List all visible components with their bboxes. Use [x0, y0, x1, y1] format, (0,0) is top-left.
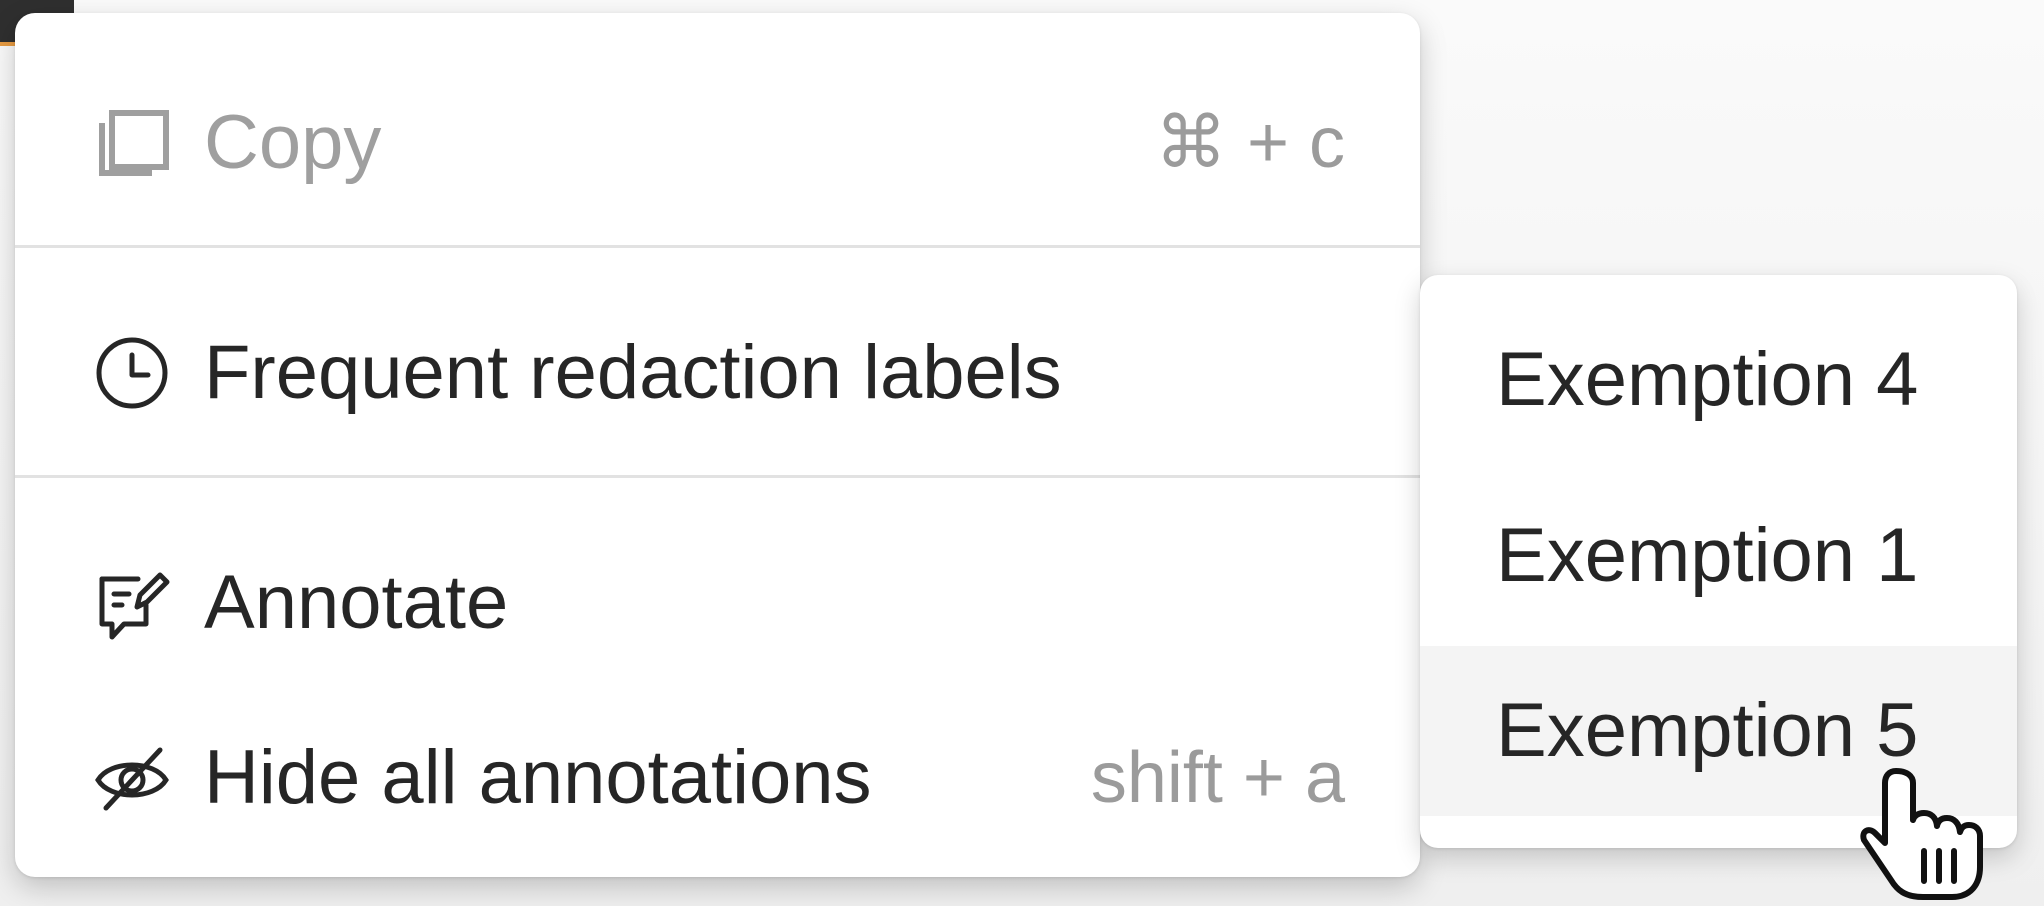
menu-divider: [15, 475, 1420, 478]
menu-item-label: Hide all annotations: [204, 735, 872, 820]
screen: Copy ⌘ + c Frequent redaction labels Ann…: [0, 0, 2044, 906]
hand-cursor-icon: [1860, 765, 2000, 905]
menu-item-label: Copy: [204, 100, 382, 185]
shortcut-hint: shift + a: [1090, 738, 1345, 818]
menu-item-copy[interactable]: Copy ⌘ + c: [15, 53, 1420, 233]
menu-divider: [15, 245, 1420, 248]
context-menu: Copy ⌘ + c Frequent redaction labels Ann…: [15, 13, 1420, 877]
menu-item-label: Frequent redaction labels: [204, 330, 1062, 415]
copy-icon: [90, 101, 174, 185]
clock-icon: [90, 331, 174, 415]
menu-item-annotate[interactable]: Annotate: [15, 513, 1420, 693]
redaction-labels-submenu: Exemption 4 Exemption 1 Exemption 5: [1420, 275, 2017, 848]
submenu-item-exemption-1[interactable]: Exemption 1: [1420, 471, 2017, 641]
annotate-icon: [90, 561, 174, 645]
eye-off-icon: [90, 736, 174, 820]
menu-item-hide-all-annotations[interactable]: Hide all annotations shift + a: [15, 688, 1420, 868]
menu-item-frequent-redaction-labels[interactable]: Frequent redaction labels: [15, 283, 1420, 463]
shortcut-hint: ⌘ + c: [1154, 103, 1345, 183]
menu-item-label: Annotate: [204, 560, 509, 645]
submenu-item-exemption-4[interactable]: Exemption 4: [1420, 295, 2017, 465]
